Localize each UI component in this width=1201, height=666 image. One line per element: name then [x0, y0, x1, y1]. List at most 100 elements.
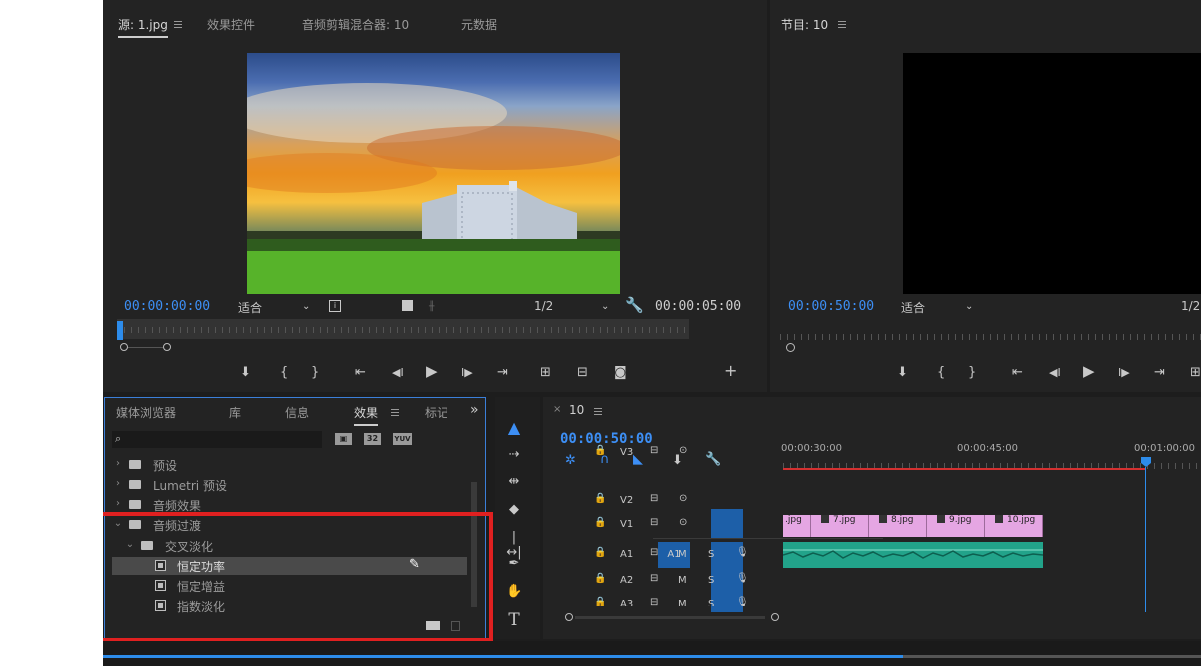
source-timecode-in[interactable]: 00:00:00:00	[124, 299, 210, 314]
track-v2[interactable]: 🔒 V2 ⊟ ⊙	[558, 488, 783, 514]
sync-lock-icon[interactable]: ⊟	[650, 547, 658, 558]
tab-info[interactable]: 信息	[285, 404, 309, 421]
source-fit-select[interactable]: 适合	[238, 299, 262, 316]
chevron-down-icon[interactable]: ⌄	[965, 300, 973, 314]
track-select-icon[interactable]: ⇢	[506, 447, 522, 462]
video-clip[interactable]: 10.jpg	[985, 515, 1043, 537]
search-input[interactable]: ⌕	[112, 431, 322, 448]
lock-icon[interactable]: 🔒	[594, 597, 606, 606]
mic-icon[interactable]: 🎙	[736, 547, 749, 558]
program-zoom-scroll[interactable]	[786, 343, 795, 352]
track-a2[interactable]: 🔒 A2 ⊟ M S 🎙	[558, 568, 783, 594]
video-clip[interactable]: 7.jpg	[811, 515, 869, 537]
menu-icon[interactable]	[838, 21, 846, 28]
selection-tool-icon[interactable]: ▲	[506, 418, 522, 437]
lock-icon[interactable]: 🔒	[594, 517, 606, 528]
drag-video-icon[interactable]	[402, 300, 413, 311]
go-to-in-icon[interactable]: ⇤	[1012, 366, 1023, 380]
type-tool-icon[interactable]: T	[506, 610, 522, 630]
tab-audio-clip-mixer[interactable]: 音频剪辑混合器: 10	[302, 16, 409, 33]
play-icon[interactable]: ▶	[1083, 364, 1095, 379]
step-back-icon[interactable]: ◀I	[392, 366, 404, 380]
video-clip[interactable]: 9.jpg	[927, 515, 985, 537]
solo-button[interactable]: S	[708, 575, 714, 586]
menu-icon[interactable]	[594, 408, 602, 415]
source-resolution[interactable]: 1/2	[534, 299, 553, 313]
timeline-ruler[interactable]	[783, 455, 1201, 475]
tab-markers[interactable]: 标记	[425, 404, 447, 421]
sync-lock-icon[interactable]: ⊟	[650, 445, 658, 456]
mute-button[interactable]: M	[678, 549, 687, 560]
drag-audio-icon[interactable]: ╫	[429, 300, 434, 314]
source-zoom-scroll[interactable]	[120, 341, 171, 353]
step-forward-icon[interactable]: I▶	[1118, 366, 1130, 380]
lock-icon[interactable]: 🔒	[594, 445, 606, 456]
close-icon[interactable]: ×	[553, 404, 561, 415]
chevron-down-icon[interactable]: ⌄	[302, 300, 310, 314]
tree-item-lumetri-presets[interactable]: › Lumetri 预设	[105, 476, 467, 494]
export-frame-icon[interactable]: i	[329, 300, 341, 312]
chevron-down-icon[interactable]: ⌄	[601, 300, 609, 314]
program-resolution[interactable]: 1/2	[1181, 299, 1200, 313]
add-marker-icon[interactable]: ⬇	[897, 366, 908, 380]
insert-icon[interactable]: ⊞	[540, 366, 551, 380]
mute-button[interactable]: M	[678, 599, 687, 606]
more-panels-icon[interactable]: »	[470, 402, 479, 418]
tab-program[interactable]: 节目: 10	[781, 16, 828, 33]
wrench-icon[interactable]: 🔧	[625, 298, 644, 313]
lock-icon[interactable]: 🔒	[594, 547, 606, 558]
track-a3[interactable]: 🔒 A3 ⊟ M S 🎙	[558, 592, 783, 606]
menu-icon[interactable]	[174, 21, 182, 28]
program-timecode[interactable]: 00:00:50:00	[788, 299, 874, 314]
lock-icon[interactable]: 🔒	[594, 493, 606, 504]
solo-button[interactable]: S	[708, 599, 714, 606]
razor-icon[interactable]: ◆	[506, 502, 522, 517]
sync-lock-icon[interactable]: ⊟	[650, 573, 658, 584]
accelerated-effects-icon[interactable]: ▣	[335, 433, 352, 445]
mute-button[interactable]: M	[678, 575, 687, 586]
mark-out-icon[interactable]: }	[968, 366, 976, 380]
video-clip[interactable]: 8.jpg	[869, 515, 927, 537]
track-v1[interactable]: 🔒 V1 ⊟ ⊙	[558, 512, 783, 538]
camera-icon[interactable]: ◙	[614, 366, 627, 380]
step-forward-icon[interactable]: I▶	[461, 366, 473, 380]
go-to-out-icon[interactable]: ⇥	[497, 366, 508, 380]
mark-in-icon[interactable]: {	[937, 366, 945, 380]
pen-icon[interactable]: ✒	[506, 556, 522, 571]
tab-effects[interactable]: 效果	[354, 404, 379, 426]
program-fit-select[interactable]: 适合	[901, 299, 925, 316]
tab-effect-controls[interactable]: 效果控件	[207, 16, 255, 33]
tab-metadata[interactable]: 元数据	[461, 16, 497, 33]
mic-icon[interactable]: 🎙	[736, 573, 749, 584]
step-back-icon[interactable]: ◀I	[1049, 366, 1061, 380]
32bit-effects-icon[interactable]: 32	[364, 433, 381, 445]
mark-out-icon[interactable]: }	[311, 366, 319, 380]
track-a1[interactable]: 🔒 A1 ⊟ M S 🎙	[558, 542, 783, 568]
overwrite-icon[interactable]: ⊟	[577, 366, 588, 380]
solo-button[interactable]: S	[708, 549, 714, 560]
menu-icon[interactable]	[391, 409, 399, 416]
go-to-in-icon[interactable]: ⇤	[355, 366, 366, 380]
eye-icon[interactable]: ⊙	[679, 517, 687, 528]
tab-libraries[interactable]: 库	[229, 404, 241, 421]
ripple-edit-icon[interactable]: ⇹	[506, 474, 522, 489]
hand-icon[interactable]: ✋	[506, 584, 522, 599]
eye-icon[interactable]: ⊙	[679, 493, 687, 504]
track-v3[interactable]: 🔒 V3 ⊟ ⊙	[558, 440, 783, 466]
source-playhead[interactable]	[117, 321, 123, 340]
sync-lock-icon[interactable]: ⊟	[650, 493, 658, 504]
program-time-ruler[interactable]	[780, 326, 1201, 346]
eye-icon[interactable]: ⊙	[679, 445, 687, 456]
sync-lock-icon[interactable]: ⊟	[650, 517, 658, 528]
lift-icon[interactable]: ⊞	[1190, 366, 1201, 380]
play-icon[interactable]: ▶	[426, 364, 438, 379]
work-area-bar[interactable]	[783, 468, 1145, 470]
mark-in-icon[interactable]: {	[280, 366, 288, 380]
yuv-effects-icon[interactable]: YUV	[393, 433, 412, 445]
mic-icon[interactable]: 🎙	[736, 597, 749, 606]
go-to-out-icon[interactable]: ⇥	[1154, 366, 1165, 380]
source-time-ruler[interactable]	[117, 319, 689, 339]
video-clip[interactable]: .jpg	[783, 515, 811, 537]
add-button-icon[interactable]: +	[724, 363, 737, 379]
tab-media-browser[interactable]: 媒体浏览器	[116, 404, 176, 421]
